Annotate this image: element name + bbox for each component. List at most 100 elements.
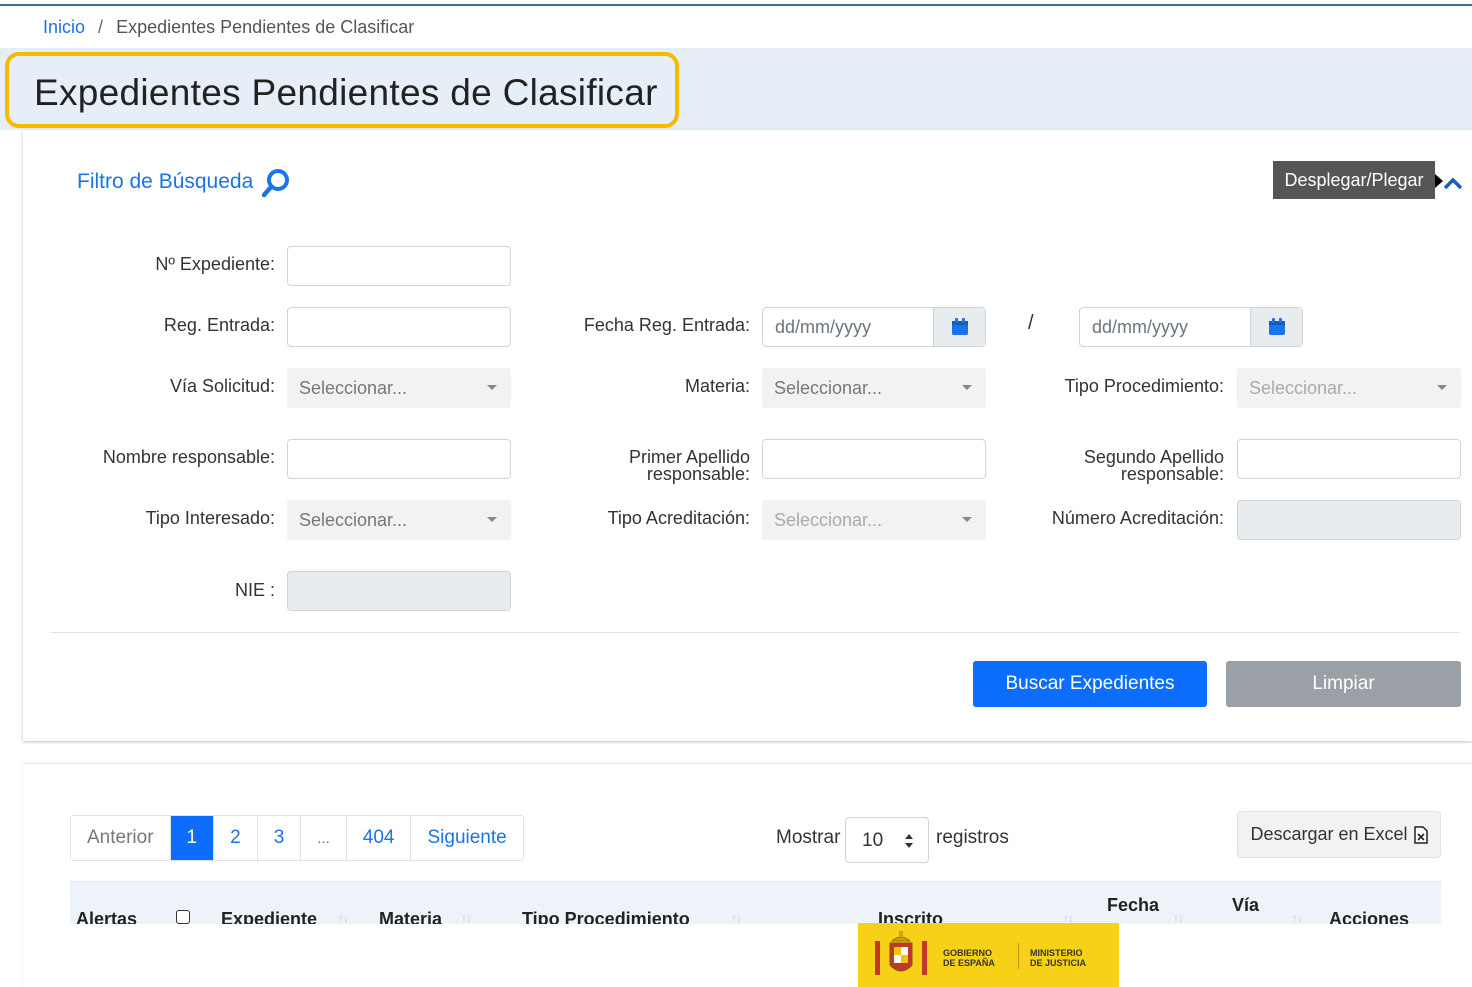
gobierno-text: GOBIERNO DE ESPAÑA — [943, 948, 995, 968]
column-fecha[interactable]: Fecha — [1107, 895, 1159, 916]
select-all-checkbox[interactable] — [176, 910, 190, 924]
tipo-acreditacion-select[interactable]: Seleccionar... — [762, 500, 986, 540]
column-expediente[interactable]: Expediente — [221, 909, 317, 924]
page-size-select[interactable]: 10 — [845, 817, 929, 863]
caret-down-icon — [487, 517, 497, 522]
tipo-interesado-label: Tipo Interesado: — [145, 508, 275, 528]
pagination-page-3[interactable]: 3 — [257, 816, 302, 860]
date-range-separator: / — [1028, 312, 1034, 334]
via-solicitud-value: Seleccionar... — [299, 378, 408, 398]
coat-of-arms-icon — [875, 931, 927, 975]
fecha-reg-label: Fecha Reg. Entrada: — [583, 315, 750, 335]
title-highlight-annotation — [5, 52, 679, 128]
breadcrumb-separator: / — [98, 17, 104, 37]
pagination-ellipsis: ... — [301, 816, 347, 860]
ministerio-text: MINISTERIO DE JUSTICIA — [1030, 948, 1086, 968]
calendar-icon — [952, 318, 968, 335]
nombre-responsable-input[interactable] — [287, 439, 511, 479]
numero-acreditacion-label: Número Acreditación: — [1051, 508, 1224, 528]
fecha-hasta-calendar-button[interactable] — [1250, 308, 1302, 346]
column-materia[interactable]: Materia — [379, 909, 442, 924]
caret-down-icon — [962, 517, 972, 522]
column-acciones: Acciones — [1329, 909, 1410, 924]
tipo-acreditacion-value: Seleccionar... — [774, 510, 883, 530]
column-tipo-procedimiento[interactable]: Tipo Procedimiento — [522, 909, 690, 924]
sort-icon[interactable]: ↑↓ — [1173, 911, 1184, 924]
excel-file-icon — [1413, 825, 1428, 844]
calendar-icon — [1269, 318, 1285, 335]
logo-divider — [1018, 943, 1019, 969]
pagination-page-404[interactable]: 404 — [346, 816, 412, 860]
results-panel — [23, 764, 1472, 987]
reg-entrada-input[interactable] — [287, 307, 511, 347]
sort-icon[interactable]: ↑↓ — [461, 911, 472, 924]
caret-down-icon — [1437, 385, 1447, 390]
records-label: registros — [936, 827, 1009, 848]
expediente-input[interactable] — [287, 246, 511, 286]
ministerio-line1: MINISTERIO — [1030, 948, 1083, 958]
column-alertas: Alertas — [76, 909, 138, 924]
primer-apellido-label: Primer Apellido responsable: — [560, 448, 750, 484]
numero-acreditacion-input — [1237, 500, 1461, 540]
column-via[interactable]: Vía — [1232, 895, 1259, 916]
column-inscrito[interactable]: Inscrito — [878, 909, 943, 924]
sort-icon[interactable]: ↑↓ — [1292, 911, 1303, 924]
toggle-filter-button[interactable]: Desplegar/Plegar — [1273, 161, 1435, 199]
materia-label: Materia: — [684, 376, 750, 396]
ministerio-line2: DE JUSTICIA — [1030, 958, 1087, 968]
top-border — [0, 4, 1472, 6]
results-table-header: Alertas Expediente ↑↓ Materia ↑↓ Tipo Pr… — [70, 881, 1441, 924]
breadcrumb-current: Expedientes Pendientes de Clasificar — [116, 17, 415, 37]
fecha-desde-calendar-button[interactable] — [933, 308, 985, 346]
fecha-hasta-placeholder: dd/mm/yyyy — [1092, 317, 1189, 337]
pagination-page-2[interactable]: 2 — [214, 816, 258, 860]
materia-select[interactable]: Seleccionar... — [762, 368, 986, 408]
tipo-interesado-select[interactable]: Seleccionar... — [287, 500, 511, 540]
gobierno-line1: GOBIERNO — [943, 948, 993, 958]
nombre-responsable-label: Nombre responsable: — [102, 447, 275, 467]
materia-value: Seleccionar... — [774, 378, 883, 398]
segundo-apellido-label: Segundo Apellido responsable: — [1024, 448, 1224, 484]
limpiar-button[interactable]: Limpiar — [1226, 661, 1461, 707]
descargar-excel-button[interactable]: Descargar en Excel — [1237, 811, 1441, 858]
gobierno-line2: DE ESPAÑA — [943, 958, 995, 968]
search-icon — [262, 169, 289, 198]
expediente-label: Nº Expediente: — [155, 254, 275, 274]
pagination-next[interactable]: Siguiente — [411, 816, 523, 860]
sort-updown-icon — [905, 834, 913, 848]
gobierno-espana-logo: GOBIERNO DE ESPAÑA MINISTERIO DE JUSTICI… — [858, 923, 1119, 987]
tipo-procedimiento-value: Seleccionar... — [1249, 378, 1358, 398]
pagination-page-1[interactable]: 1 — [170, 816, 215, 860]
sort-icon[interactable]: ↑↓ — [731, 911, 742, 924]
descargar-excel-label: Descargar en Excel — [1250, 824, 1408, 844]
pagination: Anterior 1 2 3 ... 404 Siguiente — [70, 815, 524, 861]
chevron-up-icon[interactable] — [1442, 175, 1464, 191]
segundo-apellido-label-line2: responsable: — [1120, 464, 1224, 484]
primer-apellido-label-line2: responsable: — [646, 464, 750, 484]
show-label: Mostrar — [776, 827, 841, 848]
tipo-interesado-value: Seleccionar... — [299, 510, 408, 530]
tipo-acreditacion-label: Tipo Acreditación: — [607, 508, 750, 528]
via-solicitud-select[interactable]: Seleccionar... — [287, 368, 511, 408]
filter-panel — [23, 130, 1472, 741]
nie-input — [287, 571, 511, 611]
via-solicitud-label: Vía Solicitud: — [169, 376, 275, 396]
primer-apellido-input[interactable] — [762, 439, 986, 479]
filter-title: Filtro de Búsqueda — [77, 170, 254, 193]
segundo-apellido-input[interactable] — [1237, 439, 1461, 479]
breadcrumb: Inicio / Expedientes Pendientes de Clasi… — [43, 17, 414, 38]
reg-entrada-label: Reg. Entrada: — [163, 315, 275, 335]
caret-down-icon — [962, 385, 972, 390]
pagination-prev[interactable]: Anterior — [71, 816, 171, 860]
sort-icon[interactable]: ↑↓ — [338, 911, 349, 924]
fecha-desde-field[interactable]: dd/mm/yyyy — [762, 307, 986, 347]
fecha-hasta-field[interactable]: dd/mm/yyyy — [1079, 307, 1303, 347]
breadcrumb-home-link[interactable]: Inicio — [43, 17, 85, 37]
tipo-procedimiento-select[interactable]: Seleccionar... — [1237, 368, 1461, 408]
buscar-expedientes-button[interactable]: Buscar Expedientes — [973, 661, 1207, 707]
caret-down-icon — [487, 385, 497, 390]
divider — [50, 632, 1460, 633]
fecha-desde-placeholder: dd/mm/yyyy — [775, 317, 872, 337]
nie-label: NIE : — [234, 580, 275, 600]
page-size-value: 10 — [862, 830, 884, 851]
